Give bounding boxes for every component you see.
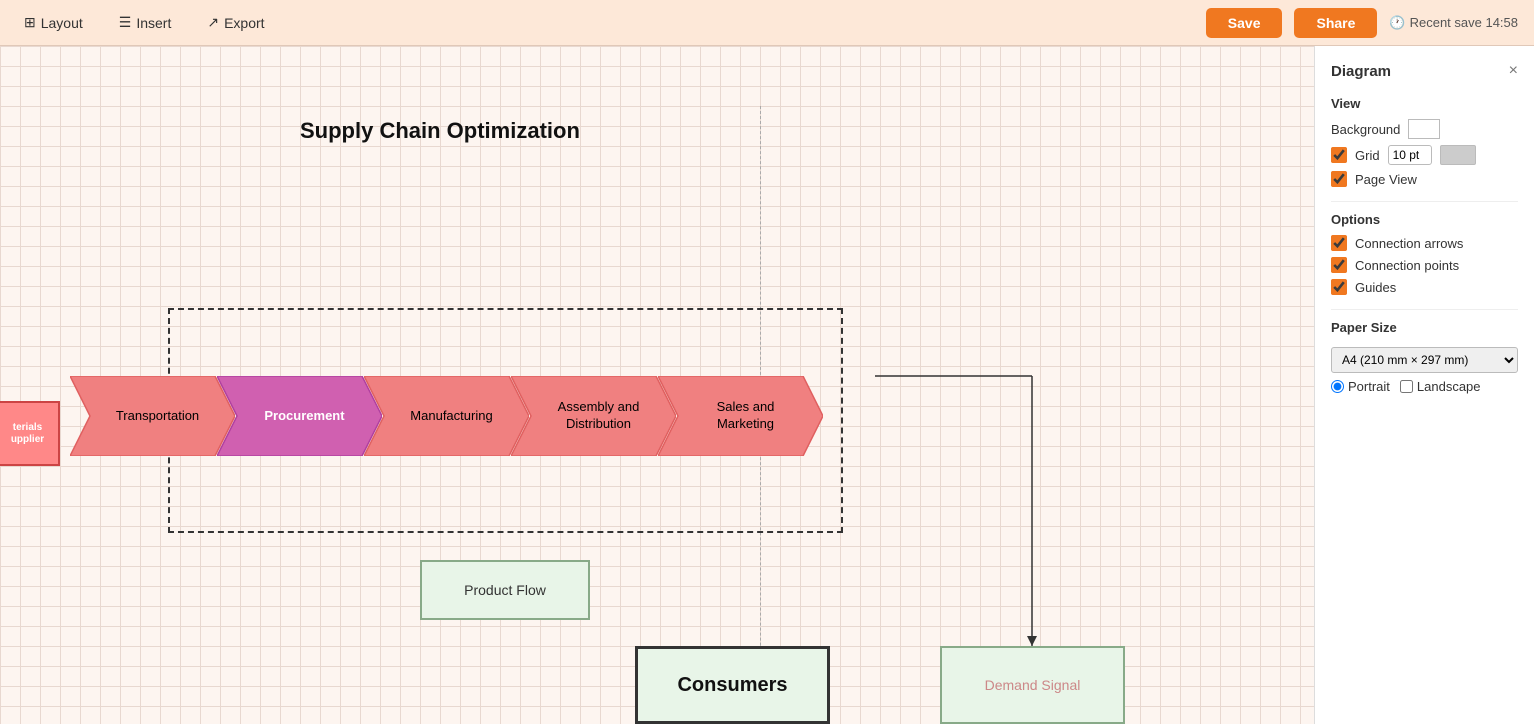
main-area: Supply Chain Optimization terialsupplier… xyxy=(0,46,1534,724)
chevron-manufacturing[interactable]: Manufacturing xyxy=(364,376,529,456)
materials-supplier-box[interactable]: terialsupplier xyxy=(0,401,60,466)
panel-options-section: Options Connection arrows Connection poi… xyxy=(1331,212,1518,295)
product-flow-label: Product Flow xyxy=(464,582,546,598)
connection-points-row: Connection points xyxy=(1331,257,1518,273)
panel-options-title: Options xyxy=(1331,212,1518,227)
insert-button[interactable]: ☰ Insert xyxy=(111,10,180,35)
canvas[interactable]: Supply Chain Optimization terialsupplier… xyxy=(0,46,1314,724)
export-icon: ↗ xyxy=(207,14,219,31)
chevron-assembly-label: Assembly and Distribution xyxy=(511,399,676,433)
page-view-checkbox[interactable] xyxy=(1331,171,1347,187)
connection-arrows-label: Connection arrows xyxy=(1355,236,1463,251)
paper-size-select[interactable]: A4 (210 mm × 297 mm) xyxy=(1331,347,1518,373)
grid-label: Grid xyxy=(1355,148,1380,163)
recent-save-text: Recent save 14:58 xyxy=(1410,15,1518,30)
toolbar: ⊞ Layout ☰ Insert ↗ Export Save Share 🕐 … xyxy=(0,0,1534,46)
connection-arrows-row: Connection arrows xyxy=(1331,235,1518,251)
guides-label: Guides xyxy=(1355,280,1396,295)
layout-icon: ⊞ xyxy=(24,14,36,31)
demand-signal-box[interactable]: Demand Signal xyxy=(940,646,1125,724)
demand-signal-label: Demand Signal xyxy=(985,677,1081,693)
right-panel: Diagram × View Background Grid Page View xyxy=(1314,46,1534,724)
export-label: Export xyxy=(224,15,264,31)
connection-arrows-checkbox[interactable] xyxy=(1331,235,1347,251)
panel-header: Diagram × xyxy=(1331,62,1518,80)
connection-points-checkbox[interactable] xyxy=(1331,257,1347,273)
background-label: Background xyxy=(1331,122,1400,137)
save-button[interactable]: Save xyxy=(1206,8,1283,38)
share-button[interactable]: Share xyxy=(1294,8,1377,38)
materials-supplier-label: terialsupplier xyxy=(11,422,44,446)
product-flow-box[interactable]: Product Flow xyxy=(420,560,590,620)
panel-grid-row: Grid xyxy=(1331,145,1518,165)
recent-save-status: 🕐 Recent save 14:58 xyxy=(1389,15,1518,31)
panel-paper-size-title: Paper Size xyxy=(1331,320,1518,335)
guides-row: Guides xyxy=(1331,279,1518,295)
panel-view-section: View Background Grid Page View xyxy=(1331,96,1518,187)
consumers-label: Consumers xyxy=(677,674,787,697)
landscape-label: Landscape xyxy=(1417,379,1481,394)
panel-paper-size-section: Paper Size A4 (210 mm × 297 mm) Portrait… xyxy=(1331,320,1518,394)
connection-points-label: Connection points xyxy=(1355,258,1459,273)
chevron-sales-label: Sales and Marketing xyxy=(658,399,823,433)
layout-button[interactable]: ⊞ Layout xyxy=(16,10,91,35)
landscape-option: Landscape xyxy=(1400,379,1481,394)
chevron-transportation[interactable]: Transportation xyxy=(70,376,235,456)
insert-label: Insert xyxy=(136,15,171,31)
landscape-checkbox[interactable] xyxy=(1400,380,1413,393)
portrait-label: Portrait xyxy=(1348,379,1390,394)
page-view-label: Page View xyxy=(1355,172,1417,187)
grid-color-swatch[interactable] xyxy=(1440,145,1476,165)
panel-divider-2 xyxy=(1331,309,1518,310)
chevron-row: Transportation Procurement Manufacturing xyxy=(70,376,823,456)
portrait-option: Portrait xyxy=(1331,379,1390,394)
consumers-box[interactable]: Consumers xyxy=(635,646,830,724)
chevron-assembly[interactable]: Assembly and Distribution xyxy=(511,376,676,456)
grid-checkbox[interactable] xyxy=(1331,147,1347,163)
insert-icon: ☰ xyxy=(119,14,132,31)
layout-label: Layout xyxy=(41,15,83,31)
chevron-procurement-label: Procurement xyxy=(234,408,364,425)
panel-close-button[interactable]: × xyxy=(1509,62,1518,80)
grid-value-input[interactable] xyxy=(1388,145,1432,165)
guides-checkbox[interactable] xyxy=(1331,279,1347,295)
diagram-title: Supply Chain Optimization xyxy=(300,118,580,144)
chevron-sales[interactable]: Sales and Marketing xyxy=(658,376,823,456)
panel-title: Diagram xyxy=(1331,63,1391,80)
panel-view-title: View xyxy=(1331,96,1518,111)
export-button[interactable]: ↗ Export xyxy=(199,10,272,35)
panel-divider-1 xyxy=(1331,201,1518,202)
orientation-row: Portrait Landscape xyxy=(1331,379,1518,394)
chevron-procurement[interactable]: Procurement xyxy=(217,376,382,456)
chevron-manufacturing-label: Manufacturing xyxy=(380,408,512,425)
clock-icon: 🕐 xyxy=(1389,15,1405,31)
panel-page-view-row: Page View xyxy=(1331,171,1518,187)
panel-background-row: Background xyxy=(1331,119,1518,139)
chevron-transportation-label: Transportation xyxy=(86,408,219,425)
toolbar-right: Save Share 🕐 Recent save 14:58 xyxy=(1206,8,1518,38)
background-color-picker[interactable] xyxy=(1408,119,1440,139)
portrait-radio[interactable] xyxy=(1331,380,1344,393)
